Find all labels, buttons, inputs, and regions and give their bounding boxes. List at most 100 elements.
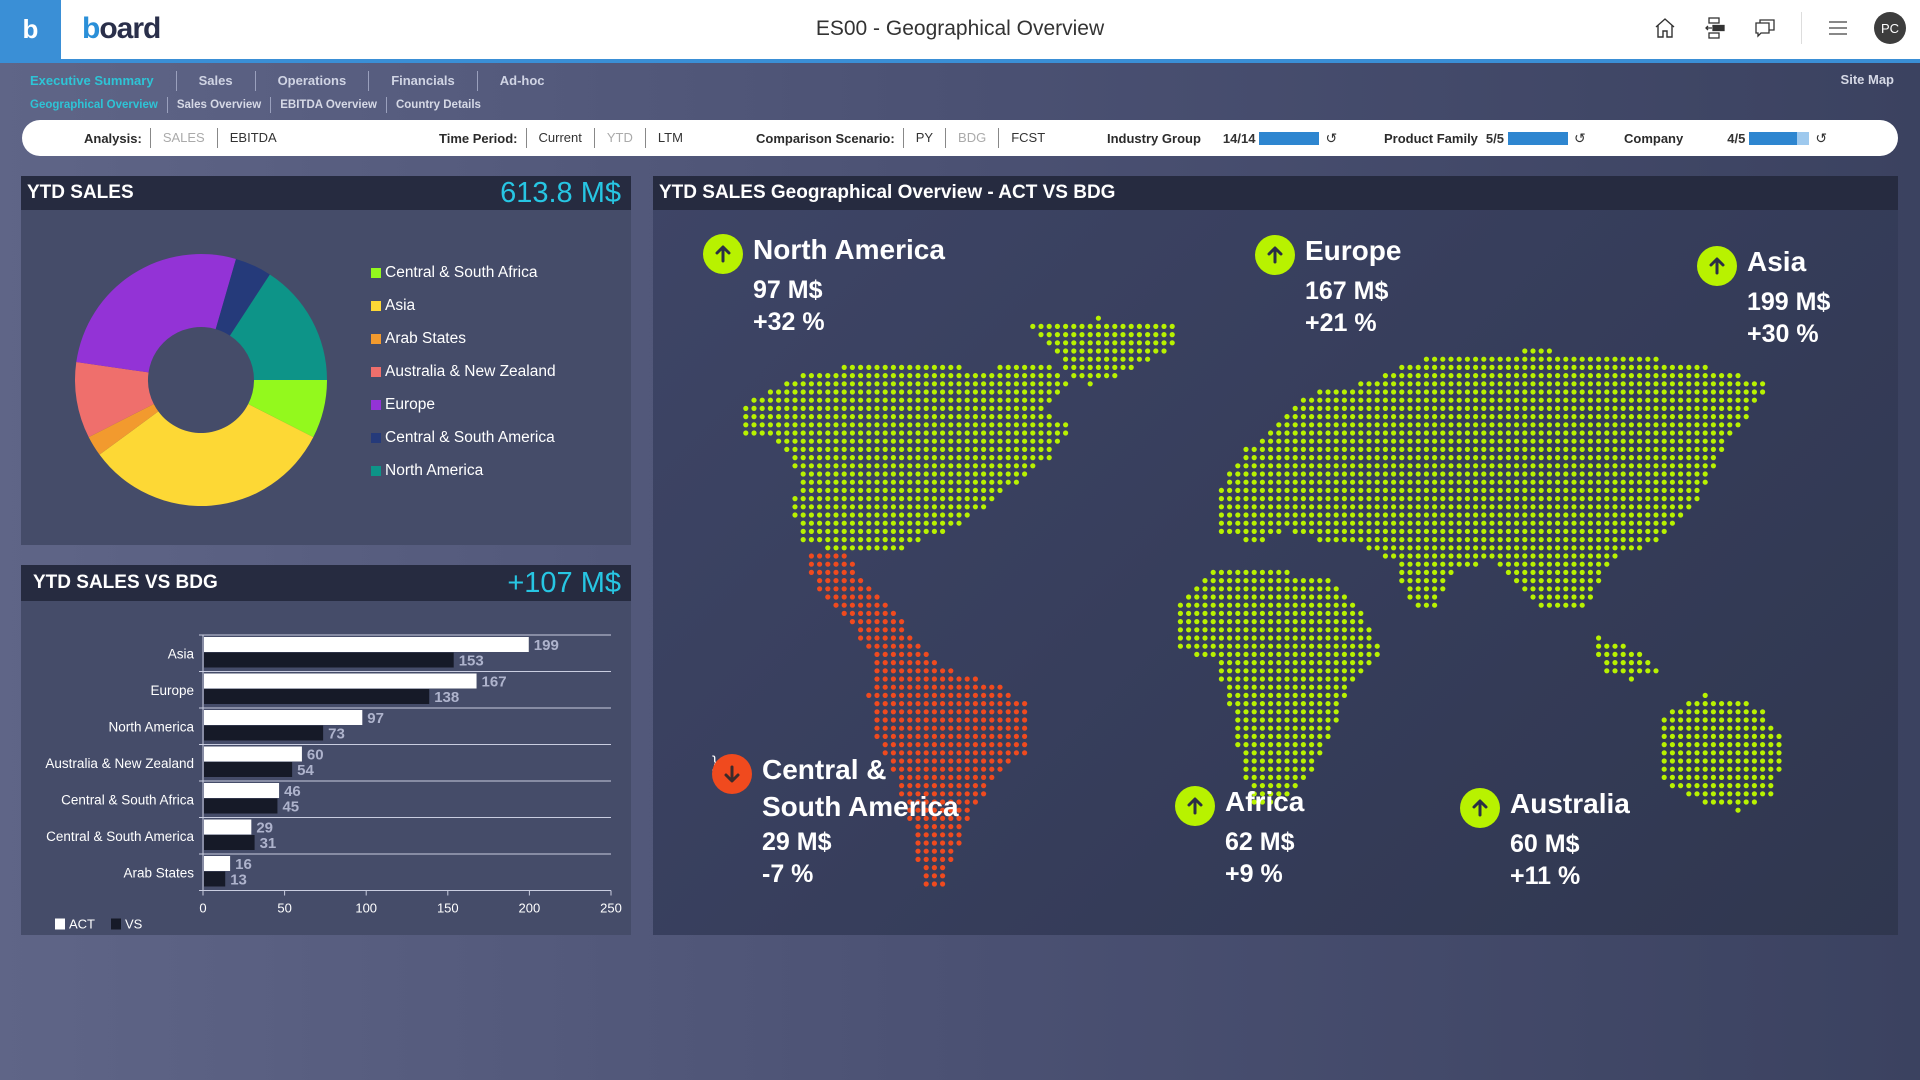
bar-vs[interactable] <box>204 762 293 777</box>
tab-operations[interactable]: Operations <box>254 71 369 91</box>
collapse-panel-icon[interactable] <box>1701 14 1729 42</box>
map-dot-up <box>1325 537 1331 543</box>
map-dot-up <box>833 463 839 469</box>
home-icon[interactable] <box>1651 14 1679 42</box>
subtab-geographical-overview[interactable]: Geographical Overview <box>30 97 167 113</box>
hamburger-menu-icon[interactable] <box>1824 14 1852 42</box>
map-dot-up <box>1694 446 1700 452</box>
legend-item[interactable]: North America <box>371 454 556 487</box>
analysis-option-sales[interactable]: SALES <box>149 128 217 148</box>
analysis-option-ebitda[interactable]: EBITDA <box>216 128 289 148</box>
map-dot-up <box>1489 422 1495 428</box>
map-dot-up <box>948 438 954 444</box>
map-dot-up <box>1325 528 1331 534</box>
map-dot-down <box>882 684 888 690</box>
legend-item[interactable]: Asia <box>371 289 556 322</box>
time-period-option-current[interactable]: Current <box>525 128 594 148</box>
map-dot-up <box>1341 397 1347 403</box>
subtab-sales-overview[interactable]: Sales Overview <box>166 97 270 113</box>
subtab-country-details[interactable]: Country Details <box>385 97 490 113</box>
comparison-option-bdg[interactable]: BDG <box>945 128 998 148</box>
comparison-option-fcst[interactable]: FCST <box>998 128 1057 148</box>
product-family-reset-icon[interactable]: ↺ <box>1574 130 1586 147</box>
map-dot-up <box>1268 643 1274 649</box>
company-selector[interactable]: Company 4/5 ↺ <box>1624 120 1827 156</box>
bar-value-label: 13 <box>230 872 247 889</box>
bar-vs[interactable] <box>204 689 430 704</box>
map-dot-up <box>1587 586 1593 592</box>
bar-vs[interactable] <box>204 871 226 887</box>
map-dot-up <box>972 405 978 411</box>
bar-act[interactable] <box>204 710 363 725</box>
bar-vs[interactable] <box>204 835 255 850</box>
bar-act[interactable] <box>204 637 529 652</box>
map-dot-up <box>1317 537 1323 543</box>
bar-vs[interactable] <box>204 798 278 814</box>
map-dot-up <box>1210 610 1216 616</box>
map-dot-up <box>997 487 1003 493</box>
map-dot-up <box>1341 643 1347 649</box>
map-dot-up <box>1177 643 1183 649</box>
map-dot-up <box>1235 717 1241 723</box>
map-dot-up <box>866 373 872 379</box>
time-period-option-ytd[interactable]: YTD <box>593 128 645 148</box>
map-dot-up <box>1218 610 1224 616</box>
map-dot-up <box>1669 487 1675 493</box>
legend-item[interactable]: Australia & New Zealand <box>371 355 556 388</box>
comments-icon[interactable] <box>1751 14 1779 42</box>
legend-item[interactable]: Central & South Africa <box>371 256 556 289</box>
map-dot-up <box>1333 676 1339 682</box>
map-dot-up <box>948 504 954 510</box>
legend-item[interactable]: Europe <box>371 388 556 421</box>
map-dot-up <box>825 520 831 526</box>
bar-act[interactable] <box>204 856 231 871</box>
map-dot-up <box>1637 438 1643 444</box>
map-dot-up <box>1259 512 1265 518</box>
map-dot-up <box>1202 586 1208 592</box>
region-central-south-america[interactable]: Central & South America 29 M$ -7 % } <box>712 754 959 888</box>
legend-item[interactable]: Central & South America <box>371 421 556 454</box>
map-dot-up <box>1317 512 1323 518</box>
map-dot-up <box>1300 766 1306 772</box>
tab-financials[interactable]: Financials <box>368 71 477 91</box>
bar-vs[interactable] <box>204 652 454 668</box>
bar-vs[interactable] <box>204 725 324 741</box>
map-dot-up <box>1596 397 1602 403</box>
map-dot-up <box>1686 717 1692 723</box>
bar-act[interactable] <box>204 783 280 798</box>
bar-act[interactable] <box>204 673 477 689</box>
map-dot-up <box>956 373 962 379</box>
legend-item[interactable]: Arab States <box>371 322 556 355</box>
map-dot-up <box>923 446 929 452</box>
map-dot-up <box>1013 430 1019 436</box>
donut-slice-europe[interactable] <box>76 253 236 373</box>
map-dot-up <box>1284 701 1290 707</box>
category-label: Australia & New Zealand <box>45 756 194 771</box>
map-dot-up <box>1563 561 1569 567</box>
industry-group-selector[interactable]: Industry Group 14/14 ↺ <box>1107 120 1337 156</box>
map-dot-up <box>1456 389 1462 395</box>
map-dot-up <box>1333 504 1339 510</box>
map-dot-up <box>1251 750 1257 756</box>
map-dot-up <box>1432 561 1438 567</box>
map-dot-up <box>1694 758 1700 764</box>
map-dot-up <box>1760 750 1766 756</box>
bar-act[interactable] <box>204 819 252 835</box>
site-map-link[interactable]: Site Map <box>1841 72 1894 87</box>
tab-sales[interactable]: Sales <box>175 71 255 91</box>
product-family-selector[interactable]: Product Family 5/5 ↺ <box>1384 120 1586 156</box>
map-dot-up <box>1464 504 1470 510</box>
map-dot-up <box>1300 717 1306 723</box>
comparison-option-py[interactable]: PY <box>902 128 945 148</box>
user-avatar[interactable]: PC <box>1874 12 1906 44</box>
map-dot-up <box>981 430 987 436</box>
bar-act[interactable] <box>204 746 302 762</box>
time-period-option-ltm[interactable]: LTM <box>644 128 695 148</box>
tab-ad-hoc[interactable]: Ad-hoc <box>476 71 567 91</box>
company-reset-icon[interactable]: ↺ <box>1815 130 1827 147</box>
tab-executive-summary[interactable]: Executive Summary <box>30 71 176 91</box>
subtab-ebitda-overview[interactable]: EBITDA Overview <box>270 97 386 113</box>
industry-group-reset-icon[interactable]: ↺ <box>1325 130 1337 147</box>
map-dot-up <box>1325 487 1331 493</box>
map-dot-up <box>1063 323 1069 329</box>
